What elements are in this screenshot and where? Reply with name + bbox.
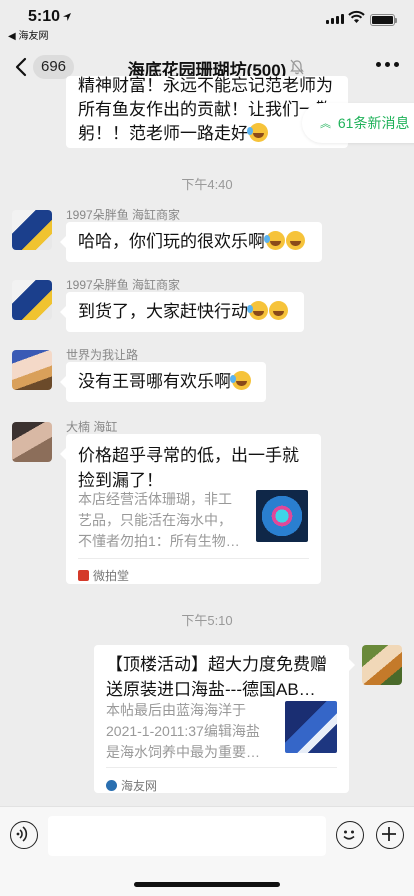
more-options-button[interactable] [376,62,399,67]
laugh-cry-emoji-icon [247,123,268,142]
battery-icon [370,14,397,26]
avatar[interactable] [12,210,52,250]
sender-name: 大楠 海缸 [66,420,118,434]
message-bubble[interactable]: 哈哈，你们玩的很欢乐啊 [60,222,322,262]
emoji-button[interactable] [336,821,364,849]
back-to-app-link[interactable]: ◀ 海友网 [8,27,48,42]
message-timestamp: 下午5:10 [181,613,233,628]
card-title: 价格超乎寻常的低，出一手就 捡到漏了！ [78,446,299,490]
more-actions-button[interactable] [376,821,404,849]
message-input[interactable] [48,816,326,856]
card-source: 微拍堂 [78,564,129,588]
sender-name: 1997朵胖鱼 海缸商家 [66,278,181,292]
message-bubble[interactable]: 到货了，大家赶快行动 [60,292,304,332]
voice-input-button[interactable] [10,821,38,849]
card-title: 【顶楼活动】超大力度免费赠 送原装进口海盐---德国AB… [106,655,327,699]
status-bar: 5:10 ◀ 海友网 [0,0,414,44]
link-card[interactable]: 价格超乎寻常的低，出一手就 捡到漏了！ 本店经营活体珊瑚，非工 艺品，只能活在海… [60,434,321,584]
status-time: 5:10 [28,8,61,25]
message-text: 没有王哥哪有欢乐啊 [78,372,231,391]
message-text: 到货了，大家赶快行动 [78,302,248,321]
wifi-icon [348,10,365,23]
card-thumbnail [256,490,308,542]
sender-name: 世界为我让路 [66,348,139,362]
smiley-icon [343,830,355,840]
double-chevron-up-icon: ︽ [320,118,331,130]
link-card[interactable]: 【顶楼活动】超大力度免费赠 送原装进口海盐---德国AB… 本帖最后由蓝海海洋于… [94,645,355,793]
card-divider [106,767,337,768]
haiyouwang-logo-icon [106,780,117,791]
mute-bell-icon [290,59,304,75]
voice-icon [16,826,28,842]
message-timestamp: 下午4:40 [181,177,233,192]
card-thumbnail [285,701,337,753]
message-text: 哈哈，你们玩的很欢乐啊 [78,232,265,251]
card-description: 本店经营活体珊瑚，非工 艺品，只能活在海水中， 不懂者勿拍1：所有生物… [78,491,240,549]
weipaitang-logo-icon [78,570,89,581]
card-source: 海友网 [106,774,157,798]
location-arrow-icon [63,13,71,21]
grin-emoji-icon [269,301,288,320]
avatar[interactable] [12,280,52,320]
message-text: 精神财富！永远不能忘记范老师为 所有鱼友作出的贡献！让我们一鞠 躬！！范老师一路… [78,76,333,143]
avatar[interactable] [12,350,52,390]
card-divider [78,558,309,559]
laugh-cry-emoji-icon [264,231,285,250]
avatar[interactable] [12,422,52,462]
new-messages-button[interactable]: ︽ 61条新消息 [302,103,414,143]
message-bubble[interactable]: 没有王哥哪有欢乐啊 [60,362,266,402]
cellular-signal-icon [326,14,344,24]
avatar[interactable] [362,645,402,685]
grin-emoji-icon [286,231,305,250]
sender-name: 1997朵胖鱼 海缸商家 [66,208,181,222]
laugh-cry-emoji-icon [230,371,251,390]
plus-icon [382,827,396,841]
card-description: 本帖最后由蓝海海洋于 2021-1-2011:37编辑海盐 是海水饲养中最为重要… [106,702,260,760]
home-indicator[interactable] [134,882,280,887]
laugh-cry-emoji-icon [247,301,268,320]
